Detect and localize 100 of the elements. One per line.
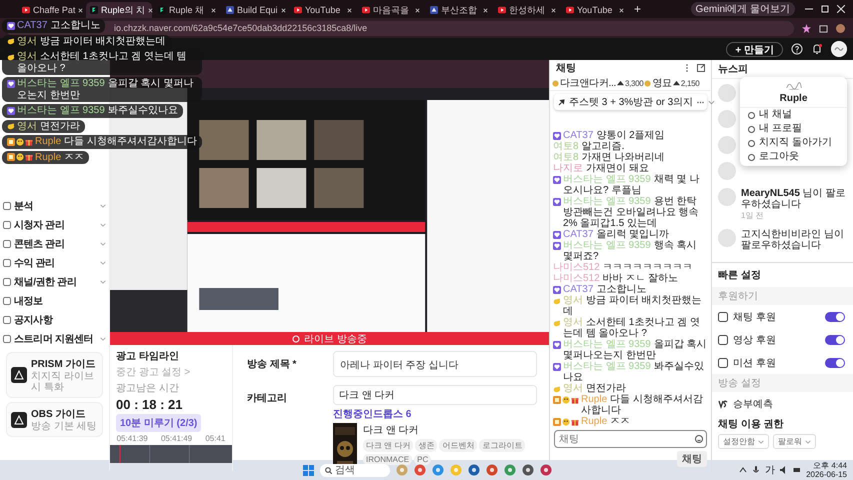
menu-item[interactable]: 내 프로필 — [740, 122, 847, 136]
chat-input[interactable]: 채팅 — [554, 430, 707, 448]
toggle-switch[interactable] — [825, 312, 845, 322]
toggle-switch[interactable] — [825, 358, 845, 368]
avatar[interactable] — [831, 41, 847, 57]
close-icon[interactable] — [415, 8, 420, 12]
gemini-button[interactable]: Gemini에게 물어보기 — [690, 2, 795, 16]
avatar — [718, 188, 736, 206]
clock-time: 오후 4:44 — [813, 461, 847, 470]
sidebar-item[interactable]: 시청자 관리 — [0, 215, 109, 234]
browser-tab[interactable]: Build Equi — [222, 2, 288, 18]
sidebar-item[interactable]: 공지사항 — [0, 310, 109, 329]
browser-tab[interactable]: Ruple의 치 — [86, 2, 152, 18]
heart-badge-icon — [553, 132, 561, 140]
app-icon[interactable] — [414, 464, 426, 476]
logo-icon — [90, 6, 98, 14]
windows-icon[interactable] — [303, 464, 314, 476]
square-icon — [3, 258, 11, 266]
chevron-icon[interactable] — [739, 466, 748, 474]
play-icon — [22, 6, 30, 14]
donor-name: 다크앤다커... — [560, 77, 616, 90]
app-icon[interactable] — [504, 464, 516, 476]
restore-icon[interactable] — [821, 5, 829, 13]
sidebar-item[interactable]: 채널/권한 관리 — [0, 272, 109, 291]
app-icon[interactable] — [432, 464, 444, 476]
browser-tab[interactable]: 마음곡을 — [358, 2, 424, 18]
bell-icon[interactable] — [811, 43, 823, 55]
new-tab-button[interactable]: + — [630, 2, 646, 16]
close-icon[interactable] — [551, 8, 556, 12]
sidebar-item[interactable]: 콘텐츠 관리 — [0, 234, 109, 253]
bubble-text: Ruple ㅈㅈ — [35, 152, 84, 163]
setting-label: 채팅 이용 권한 — [717, 418, 785, 432]
sidebar-item[interactable]: 스트리머 지원센터 — [0, 329, 109, 348]
input-method[interactable]: 가 — [765, 463, 776, 477]
donation-amount: 2,150 — [680, 78, 700, 88]
microphone-icon[interactable] — [752, 466, 760, 474]
browser-tab[interactable]: 부산조합 — [426, 2, 492, 18]
sidebar-item[interactable]: 수익 관리 — [0, 253, 109, 272]
help-icon[interactable] — [791, 43, 803, 55]
dropdown[interactable]: 설정안함 — [718, 434, 769, 449]
heart-badge-icon — [7, 106, 15, 114]
drops-link[interactable]: 진행중인드롭스 6 — [333, 407, 537, 421]
guide-card[interactable]: PRISM 가이드 치지직 라이브시 특화 — [6, 352, 103, 398]
circle-icon — [292, 334, 300, 342]
menu-item[interactable]: 내 채널 — [740, 108, 847, 122]
extension-icon[interactable] — [819, 24, 828, 32]
heart-badge-icon — [553, 362, 561, 370]
bubble-text: 버스타는 엘프 9359 올피갈 혹시 몇퍼나오논지 한번만 — [17, 78, 194, 101]
app-icon[interactable] — [540, 464, 552, 476]
close-icon[interactable] — [211, 8, 216, 12]
popout-icon[interactable] — [697, 64, 705, 72]
circle-icon — [748, 140, 755, 146]
browser-tab[interactable]: 한성하세 — [494, 2, 560, 18]
dropdown[interactable]: 팔로워 — [773, 434, 816, 449]
create-button[interactable]: + 만들기 — [726, 42, 783, 56]
medal-icon — [552, 80, 559, 86]
send-button[interactable]: 채팅 — [677, 451, 707, 467]
tag: 로그라이트 — [479, 439, 526, 452]
category-field[interactable]: 다크 앤 다커 — [333, 385, 537, 405]
square-icon — [718, 334, 728, 344]
browser-tab[interactable]: YouTube — [562, 2, 628, 18]
delay-button[interactable]: 10분 미루기 (2/3) — [116, 414, 202, 432]
browser-tab[interactable]: Ruple 채 — [154, 2, 220, 18]
sidebar-item[interactable]: 내정보 — [0, 291, 109, 310]
close-icon[interactable] — [148, 8, 154, 12]
chat-message: 여토8 알고리즘. — [553, 141, 626, 152]
section-header: 후원하기 — [712, 287, 853, 305]
title-field[interactable]: 아레나 파이터 주장 십니다 — [333, 351, 537, 377]
chevron-icon — [100, 204, 106, 208]
sidebar-item[interactable]: 분석 — [0, 196, 109, 215]
toggle-switch[interactable] — [825, 334, 845, 344]
chat-message: 나미스512 바바 ㅈㄴ 잘하노 — [553, 273, 680, 284]
menu-item[interactable]: 로그아웃 — [740, 150, 847, 164]
avatar — [718, 110, 736, 128]
menu-item[interactable]: 치지직 돌아가기 — [740, 136, 847, 150]
profile-icon[interactable] — [836, 24, 845, 32]
battery-icon[interactable] — [793, 466, 802, 474]
emoji-icon[interactable] — [695, 435, 703, 443]
setting-label[interactable]: 승부예측 — [733, 396, 845, 410]
star-icon[interactable] — [802, 24, 811, 32]
heart-badge-icon — [553, 176, 561, 184]
close-icon[interactable] — [619, 8, 624, 12]
close-icon[interactable] — [483, 8, 488, 12]
search-field[interactable]: 검색 — [320, 464, 390, 476]
emoji-icon — [562, 396, 570, 404]
close-icon[interactable] — [837, 5, 845, 13]
pinned-text: 주스텟 3 + 3%방관 or 3의지 — [569, 96, 694, 109]
guide-card[interactable]: OBS 가이드 방송 기본 세팅 — [6, 402, 103, 437]
app-icon[interactable] — [468, 464, 480, 476]
close-icon[interactable] — [280, 8, 286, 12]
close-icon[interactable] — [78, 8, 84, 12]
close-icon[interactable] — [347, 8, 352, 12]
browser-tab[interactable]: Chaffe Pat — [18, 2, 84, 18]
browser-tab[interactable]: YouTube — [290, 2, 356, 18]
chat-message: 영서 방금 파이터 배치첫판했는데 — [563, 295, 703, 317]
app-icon[interactable] — [486, 464, 498, 476]
app-icon[interactable] — [522, 464, 534, 476]
countdown-timer: 00 : 18 : 21 — [115, 397, 184, 412]
emoji-icon — [562, 418, 570, 426]
heart-badge-icon — [553, 340, 561, 348]
